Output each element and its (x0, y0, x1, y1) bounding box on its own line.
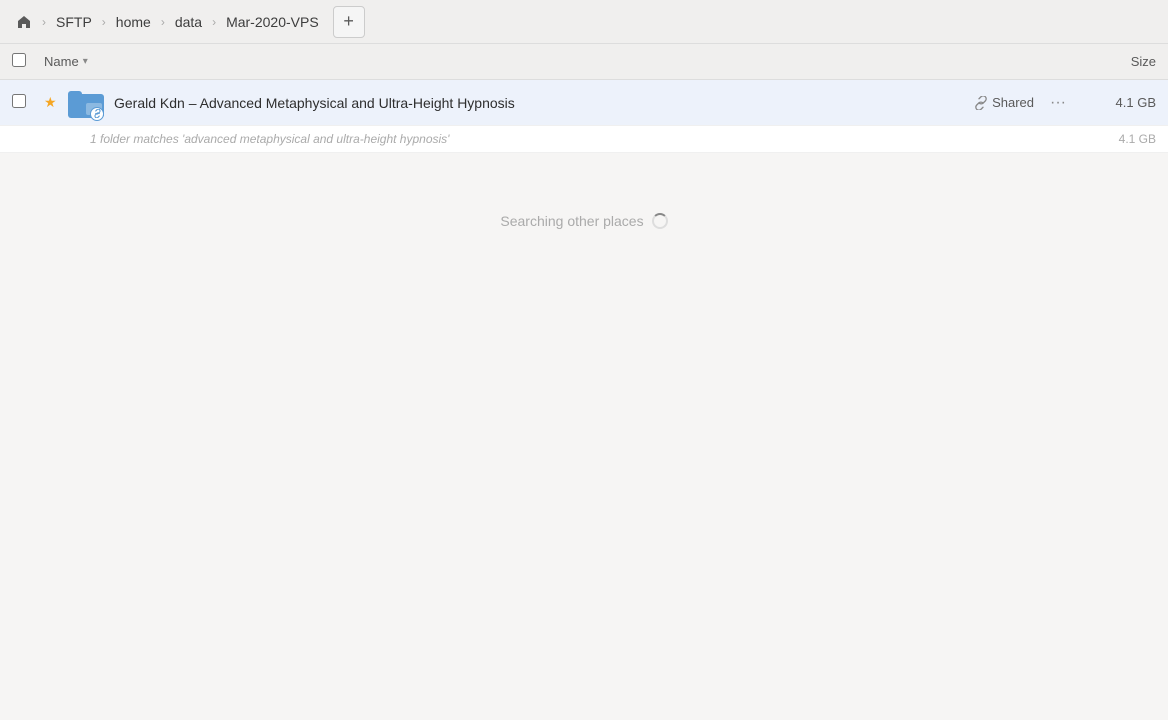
breadcrumb-home[interactable]: home (108, 10, 159, 34)
shared-label: Shared (992, 95, 1034, 110)
name-sort-icon: ▾ (83, 56, 88, 67)
select-all-checkbox[interactable] (12, 53, 36, 70)
table-row[interactable]: ★ Gerald Kdn – Advanced Metaphysical and… (0, 80, 1168, 126)
match-info-text: 1 folder matches 'advanced metaphysical … (90, 132, 1086, 146)
column-header: Name ▾ Size (0, 44, 1168, 80)
searching-area: Searching other places (0, 153, 1168, 289)
more-options-button[interactable]: ··· (1046, 90, 1070, 116)
select-all-input[interactable] (12, 53, 26, 67)
name-column-label: Name (44, 54, 79, 69)
breadcrumb: › SFTP › home › data › Mar-2020-VPS + (8, 6, 365, 38)
match-info-row: 1 folder matches 'advanced metaphysical … (0, 126, 1168, 153)
searching-label: Searching other places (500, 213, 643, 229)
file-size: 4.1 GB (1086, 95, 1156, 110)
shared-badge-icon (90, 107, 104, 121)
name-column-header[interactable]: Name ▾ (44, 54, 1076, 69)
loading-spinner (652, 213, 668, 229)
sep-4: › (212, 15, 216, 29)
sep-1: › (42, 15, 46, 29)
shared-indicator: Shared (974, 95, 1034, 110)
file-list: ★ Gerald Kdn – Advanced Metaphysical and… (0, 80, 1168, 153)
breadcrumb-data[interactable]: data (167, 10, 210, 34)
home-button[interactable] (8, 6, 40, 38)
breadcrumb-mar2020vps[interactable]: Mar-2020-VPS (218, 10, 327, 34)
add-breadcrumb-button[interactable]: + (333, 6, 365, 38)
row-checkbox-wrapper[interactable] (12, 94, 36, 111)
sep-3: › (161, 15, 165, 29)
size-column-header[interactable]: Size (1076, 54, 1156, 69)
row-checkbox[interactable] (12, 94, 26, 108)
folder-icon (68, 85, 104, 121)
match-info-size: 4.1 GB (1086, 132, 1156, 146)
breadcrumb-sftp[interactable]: SFTP (48, 10, 100, 34)
link-icon (974, 96, 988, 110)
file-name: Gerald Kdn – Advanced Metaphysical and U… (114, 95, 974, 111)
toolbar: › SFTP › home › data › Mar-2020-VPS + (0, 0, 1168, 44)
sep-2: › (102, 15, 106, 29)
star-icon[interactable]: ★ (44, 94, 64, 111)
